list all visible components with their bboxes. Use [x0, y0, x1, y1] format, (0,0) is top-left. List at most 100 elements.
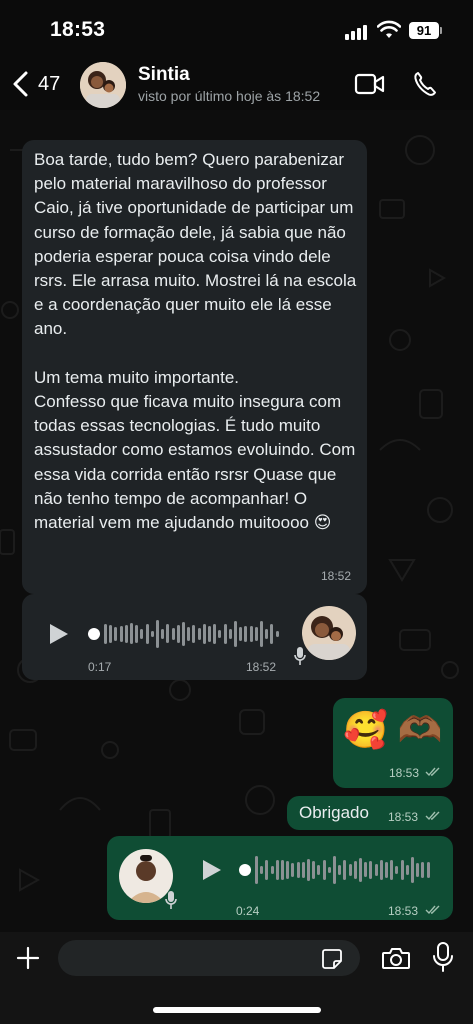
plus-icon[interactable]: [16, 946, 40, 970]
waveform-bar: [260, 620, 263, 648]
waveform-bar: [359, 858, 362, 882]
message-time: 18:52: [321, 569, 352, 583]
waveform-bar: [374, 864, 378, 876]
audio-duration: 0:24: [236, 904, 260, 918]
camera-icon[interactable]: [381, 946, 411, 970]
waveform-bar: [400, 860, 404, 880]
waveform-bar: [317, 864, 321, 875]
waveform-bar: [348, 863, 352, 877]
waveform-bar: [228, 628, 232, 640]
waveform-bar: [104, 624, 107, 644]
waveform-bar: [270, 866, 274, 874]
message-time: 18:52: [246, 660, 277, 674]
battery-level: 91: [409, 22, 439, 39]
sender-avatar: [302, 606, 356, 660]
waveform-bar: [249, 625, 253, 643]
outgoing-voice-message[interactable]: 0:24 18:53: [107, 836, 453, 920]
playback-position-dot[interactable]: [239, 864, 251, 876]
message-text: Boa tarde, tudo bem? Quero parabenizar p…: [34, 150, 357, 533]
waveform-bar: [255, 856, 258, 884]
sticker-icon[interactable]: [321, 948, 343, 970]
audio-duration: 0:17: [88, 660, 112, 674]
waveform-bar: [379, 860, 383, 880]
waveform-bar: [109, 624, 113, 644]
incoming-text-message[interactable]: Boa tarde, tudo bem? Quero parabenizar p…: [22, 140, 367, 594]
waveform-bar: [395, 866, 399, 874]
phone-icon[interactable]: [412, 70, 438, 98]
mic-icon: [294, 647, 306, 665]
status-time: 18:53: [50, 18, 106, 41]
status-bar: 18:53 91: [0, 0, 473, 60]
waveform-bar: [416, 863, 420, 877]
message-time: 18:53: [388, 810, 419, 824]
mic-icon[interactable]: [433, 942, 453, 972]
play-icon[interactable]: [201, 858, 223, 882]
outgoing-text-message[interactable]: Obrigado 18:53: [287, 796, 453, 830]
waveform-bar: [166, 624, 170, 644]
play-icon[interactable]: [48, 622, 70, 646]
waveform-bar: [353, 861, 357, 879]
audio-waveform[interactable]: [104, 618, 280, 650]
last-seen-status: visto por último hoje às 18:52: [138, 88, 321, 104]
message-input[interactable]: [58, 940, 360, 976]
waveform-bar: [223, 624, 227, 644]
outgoing-emoji-message[interactable]: 🥰 🫶🏾 18:53: [333, 698, 453, 788]
waveform-bar: [197, 628, 201, 640]
incoming-voice-message[interactable]: 0:17 18:52: [22, 594, 367, 680]
waveform-bar: [218, 630, 222, 638]
wifi-icon: [377, 20, 401, 38]
playback-position-dot[interactable]: [88, 628, 100, 640]
waveform-bar: [192, 625, 196, 643]
cellular-signal-icon: [345, 24, 371, 40]
waveform-bar: [312, 860, 316, 880]
message-input-bar: [0, 932, 473, 1024]
mic-icon: [165, 891, 177, 909]
waveform-bar: [171, 627, 175, 641]
waveform-bar: [364, 862, 368, 878]
waveform-bar: [260, 866, 264, 874]
double-check-icon: [425, 905, 440, 915]
back-chevron-icon[interactable]: [10, 70, 32, 98]
emoji-text: 🥰 🫶🏾: [343, 709, 443, 750]
waveform-bar: [114, 626, 118, 642]
waveform-bar: [301, 861, 305, 879]
waveform-bar: [187, 626, 191, 642]
waveform-bar: [421, 861, 425, 879]
message-text: Obrigado: [299, 803, 369, 822]
message-time: 18:53: [389, 766, 420, 780]
waveform-bar: [182, 622, 185, 646]
waveform-bar: [244, 625, 248, 643]
waveform-bar: [130, 623, 133, 645]
battery-tip: [440, 27, 442, 34]
audio-waveform[interactable]: [255, 854, 431, 886]
waveform-bar: [202, 624, 206, 644]
unread-count[interactable]: 47: [38, 73, 60, 96]
waveform-bar: [140, 629, 144, 639]
waveform-bar: [161, 629, 165, 639]
waveform-bar: [254, 627, 258, 641]
contact-name[interactable]: Sintia: [138, 64, 190, 86]
waveform-bar: [411, 856, 414, 884]
waveform-bar: [270, 624, 274, 644]
waveform-bar: [296, 861, 300, 879]
waveform-bar: [239, 626, 243, 642]
chat-area[interactable]: Boa tarde, tudo bem? Quero parabenizar p…: [0, 110, 473, 932]
video-call-icon[interactable]: [354, 72, 386, 96]
message-time: 18:53: [388, 904, 419, 918]
contact-avatar[interactable]: [80, 62, 126, 108]
waveform-bar: [281, 860, 284, 880]
waveform-bar: [291, 862, 295, 878]
waveform-bar: [405, 864, 409, 876]
waveform-bar: [176, 625, 180, 643]
waveform-bar: [385, 861, 388, 879]
waveform-bar: [265, 628, 269, 640]
waveform-bar: [135, 624, 139, 644]
waveform-bar: [150, 630, 154, 638]
waveform-bar: [369, 861, 373, 879]
waveform-bar: [327, 866, 331, 874]
waveform-bar: [119, 626, 123, 642]
waveform-bar: [426, 861, 430, 879]
home-indicator: [153, 1007, 321, 1013]
waveform-bar: [286, 860, 290, 880]
waveform-bar: [343, 860, 347, 880]
